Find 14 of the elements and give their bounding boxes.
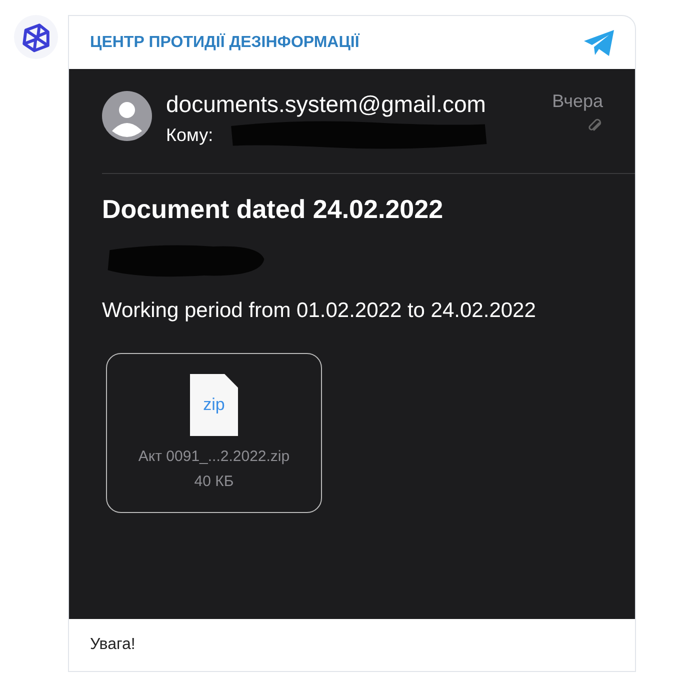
channel-name[interactable]: ЦЕНТР ПРОТИДІЇ ДЕЗІНФОРМАЦІЇ xyxy=(90,34,360,52)
email-body: Working period from 01.02.2022 to 24.02.2022 xyxy=(102,299,537,323)
channel-avatar[interactable] xyxy=(14,15,58,59)
message-text: Увага! xyxy=(89,635,136,655)
file-name: Акт 0091_...2.2022.zip xyxy=(138,448,290,465)
avatar-icon xyxy=(102,91,152,141)
email-subject: Document dated 24.02.2022 xyxy=(102,194,444,225)
email-date: Вчера xyxy=(552,91,603,112)
file-type-label: zip xyxy=(203,395,225,415)
recipient-label: Кому: xyxy=(166,124,214,146)
paper-plane-icon[interactable] xyxy=(583,28,615,56)
attachment-tile[interactable]: zip Акт 0091_...2.2022.zip 40 КБ xyxy=(106,353,322,513)
sender-email: documents.system@gmail.com xyxy=(166,91,487,117)
file-size: 40 КБ xyxy=(194,473,234,490)
